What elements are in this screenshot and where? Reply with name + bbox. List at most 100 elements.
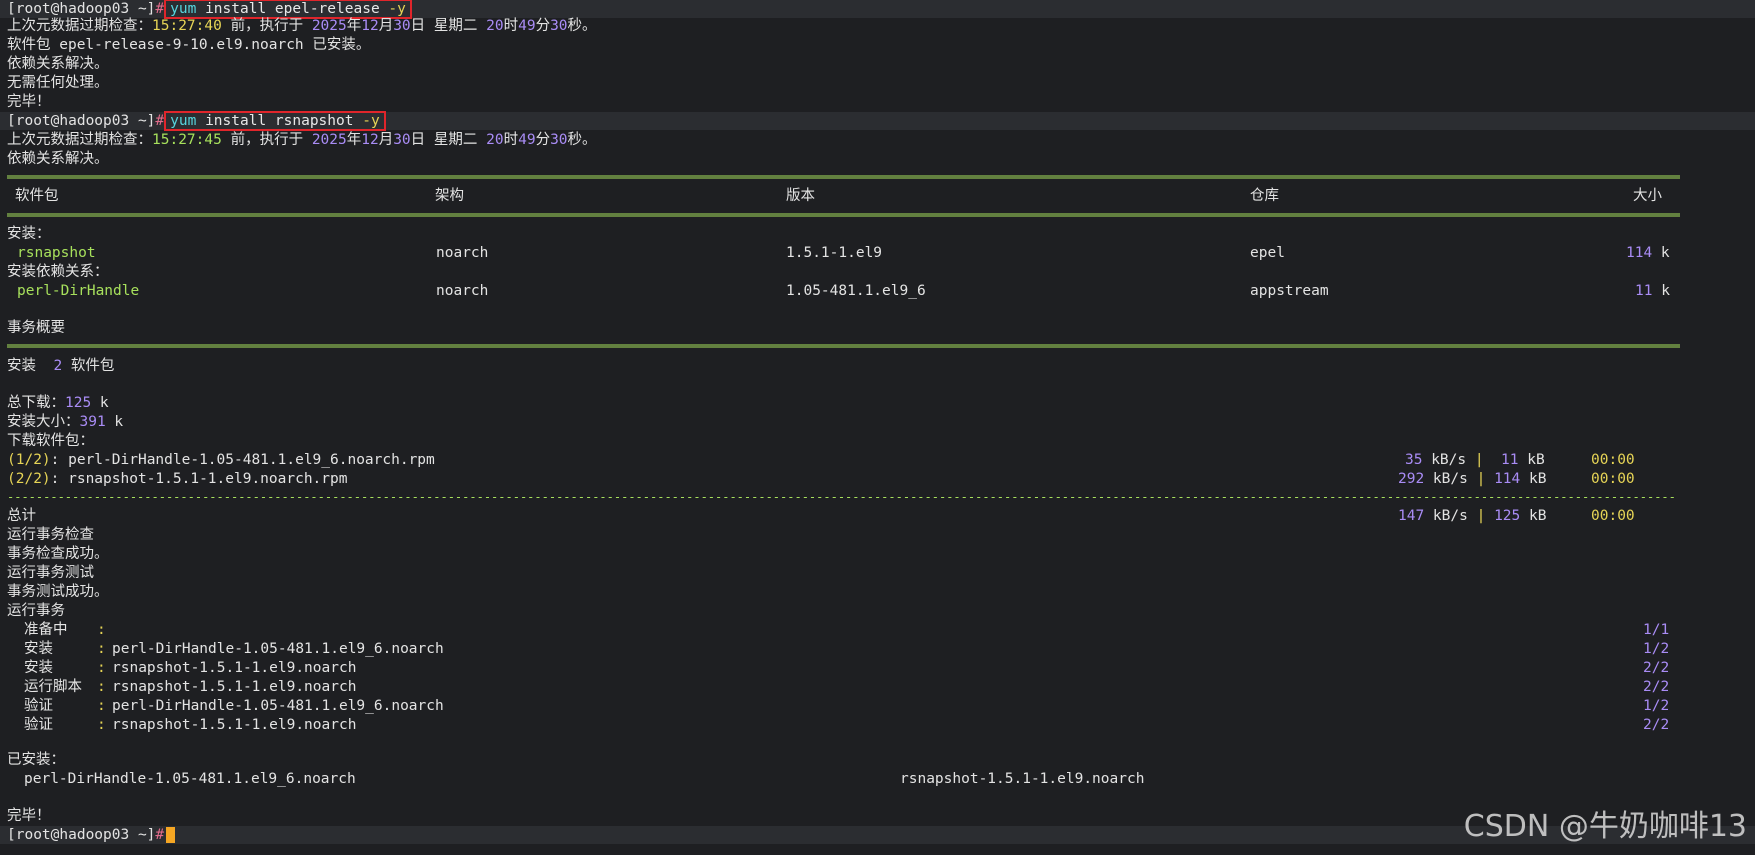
installed-package: rsnapshot-1.5.1-1.el9.noarch [900, 771, 1145, 787]
pkg-size-unit: k [1652, 245, 1670, 261]
cmd-args: install epel-release [196, 1, 389, 17]
pkg-arch: noarch [436, 245, 489, 261]
meta-hour-char: 时 [503, 18, 519, 34]
done-line-2: 完毕！ [7, 808, 51, 824]
meta-year-char: 年 [346, 18, 362, 34]
download-size: 114 [1494, 471, 1521, 487]
step-colon: : [97, 660, 106, 676]
step-package: rsnapshot-1.5.1-1.el9.noarch [112, 679, 357, 695]
prompt-hash: # [155, 1, 165, 17]
pkg-size-value: 11 [1635, 283, 1653, 299]
step-colon: : [97, 622, 106, 638]
terminal-window[interactable]: [root@hadoop03 ~]# yum install epel-relea… [0, 0, 1755, 855]
meta-min-char: 分 [535, 18, 551, 34]
meta-time: 15:27:45 [152, 132, 222, 148]
pkg-size-value: 114 [1626, 245, 1653, 261]
step-label: 运行脚本 [24, 679, 82, 695]
meta-prefix: 上次元数据过期检查： [7, 18, 152, 34]
prompt: [root@hadoop03 ~] [7, 113, 156, 129]
download-row: (2/2): rsnapshot-1.5.1-1.el9.noarch.rpm [7, 470, 347, 488]
meta-sec-char: 秒。 [567, 18, 597, 34]
step-colon: : [97, 641, 106, 657]
meta-weekday: 日 星期二 [410, 132, 487, 148]
metadata-line-1: 上次元数据过期检查：15:27:40 前，执行于 2025年12月30日 星期二… [7, 17, 597, 35]
step-label: 安装 [24, 641, 53, 657]
total-size-unit: kB [1520, 508, 1547, 524]
deps-resolved-line: 依赖关系解决。 [7, 151, 109, 167]
summary-title: 事务概要 [7, 320, 65, 336]
done-line-1: 完毕！ [7, 94, 51, 110]
download-speed: 292 [1398, 471, 1425, 487]
pkg-repo: epel [1250, 245, 1285, 261]
step-label: 准备中 [24, 622, 68, 638]
download-divider: | [1466, 452, 1493, 468]
install-label: 安装： [7, 226, 51, 242]
step-colon: : [97, 679, 106, 695]
total-size: 125 [1494, 508, 1521, 524]
watermark: CSDN @牛奶咖啡13 [1463, 809, 1747, 844]
text-cursor [166, 827, 176, 843]
dep-label: 安装依赖关系： [7, 264, 109, 280]
install-size-line: 安装大小：391 k [7, 413, 123, 431]
download-size-unit: kB [1518, 452, 1545, 468]
step-count: 1/1 [1643, 622, 1670, 638]
meta-mid: 前，执行于 [221, 18, 312, 34]
total-speed: 147 [1398, 508, 1425, 524]
step-package: rsnapshot-1.5.1-1.el9.noarch [112, 717, 357, 733]
command-line-3[interactable]: [root@hadoop03 ~]# [7, 826, 176, 844]
total-time: 00:00 [1591, 508, 1635, 524]
download-row: (1/2): perl-DirHandle-1.05-481.1.el9_6.n… [7, 451, 435, 469]
total-download-unit: k [91, 395, 109, 411]
download-time: 00:00 [1591, 452, 1635, 468]
total-download-label: 总下载： [7, 395, 65, 411]
meta-day: 30 [393, 18, 411, 34]
meta-mid: 前，执行于 [221, 132, 312, 148]
command-line-1: [root@hadoop03 ~]# yum install epel-relea… [7, 0, 412, 19]
pkg-name: perl-DirHandle [17, 283, 140, 299]
transaction-line: 运行事务 [7, 603, 65, 619]
download-file: rsnapshot-1.5.1-1.el9.noarch.rpm [59, 471, 348, 487]
header-repo: 仓库 [1250, 188, 1279, 204]
download-index: (2/2) [7, 471, 51, 487]
header-package: 软件包 [15, 188, 59, 204]
prompt: [root@hadoop03 ~] [7, 827, 156, 843]
cmd-yum: yum [170, 1, 197, 17]
pkg-arch: noarch [436, 283, 489, 299]
meta-weekday: 日 星期二 [410, 18, 487, 34]
pkg-repo: appstream [1250, 283, 1329, 299]
transaction-line: 事务检查成功。 [7, 546, 109, 562]
step-package: perl-DirHandle-1.05-481.1.el9_6.noarch [112, 698, 444, 714]
step-count: 2/2 [1643, 717, 1670, 733]
total-stats: 147 kB/s | 125 kB [1398, 507, 1546, 525]
meta-hour-char: 时 [503, 132, 519, 148]
prompt-hash: # [155, 827, 165, 843]
separator-line: ════════════════════════════════════════… [7, 210, 1680, 220]
header-arch: 架构 [435, 188, 464, 204]
step-count: 1/2 [1643, 698, 1670, 714]
total-divider: | [1467, 508, 1495, 524]
separator-line: ════════════════════════════════════════… [7, 172, 1680, 182]
cmd-args: install rsnapshot [196, 113, 363, 129]
install-count-prefix: 安装 [7, 358, 54, 374]
transaction-line: 运行事务测试 [7, 565, 94, 581]
download-time: 00:00 [1591, 471, 1635, 487]
download-stats: 35 kB/s | 11 kB [1405, 451, 1545, 469]
meta-time: 15:27:40 [152, 18, 222, 34]
meta-hour: 20 [486, 132, 504, 148]
highlighted-command: yum install rsnapshot -y [164, 111, 386, 131]
deps-resolved-line: 依赖关系解决。 [7, 56, 109, 72]
meta-year: 2025 [311, 132, 347, 148]
nothing-to-do-line: 无需任何处理。 [7, 75, 109, 91]
prompt: [root@hadoop03 ~] [7, 1, 156, 17]
header-version: 版本 [786, 188, 815, 204]
download-divider: | [1467, 471, 1495, 487]
install-size-value: 391 [79, 414, 106, 430]
meta-month: 12 [361, 132, 379, 148]
install-count-line: 安装 2 软件包 [7, 357, 114, 375]
meta-month-char: 月 [378, 18, 394, 34]
total-download-line: 总下载：125 k [7, 394, 109, 412]
step-label: 验证 [24, 698, 53, 714]
total-speed-unit: kB/s [1424, 508, 1468, 524]
step-package: rsnapshot-1.5.1-1.el9.noarch [112, 660, 357, 676]
command-line-2: [root@hadoop03 ~]# yum install rsnapshot … [7, 111, 386, 131]
